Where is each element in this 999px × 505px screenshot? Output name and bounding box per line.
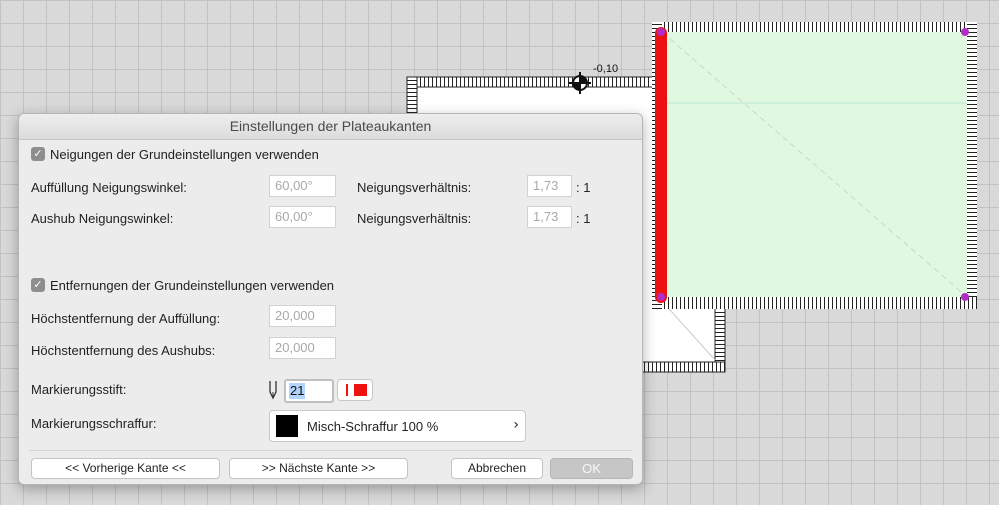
distance-defaults-checkbox[interactable]: ✓ bbox=[31, 278, 45, 292]
pen-line-sample bbox=[346, 384, 348, 396]
fill-ratio-suffix: : 1 bbox=[576, 180, 591, 195]
distance-defaults-label: Entfernungen der Grundeinstellungen verw… bbox=[50, 278, 335, 293]
fill-ratio-field[interactable]: 1,73 bbox=[527, 175, 572, 197]
marker-pen-value: 21 bbox=[289, 383, 306, 399]
max-fill-distance-label: Höchstentfernung der Auffüllung: bbox=[31, 311, 221, 326]
corner-point-bottom-right bbox=[961, 293, 969, 301]
corner-point-top-right bbox=[961, 28, 969, 36]
dialog-title: Einstellungen der Plateaukanten bbox=[19, 114, 642, 140]
cut-ratio-suffix: : 1 bbox=[576, 211, 591, 226]
max-fill-distance-field[interactable]: 20,000 bbox=[269, 305, 336, 327]
pen-color-sample bbox=[354, 384, 367, 396]
slope-defaults-label: Neigungen der Grundeinstellungen verwend… bbox=[50, 147, 319, 162]
button-separator bbox=[29, 450, 632, 451]
cut-angle-label: Aushub Neigungswinkel: bbox=[31, 211, 174, 226]
marker-hatch-label: Markierungsschraffur: bbox=[31, 416, 157, 431]
hatch-value: Misch-Schraffur 100 % bbox=[307, 419, 439, 434]
cut-ratio-label: Neigungsverhältnis: bbox=[357, 211, 472, 226]
slope-defaults-checkbox[interactable]: ✓ bbox=[31, 147, 45, 161]
selected-plateau[interactable] bbox=[652, 22, 977, 309]
edge-endpoint-bottom bbox=[657, 293, 665, 301]
previous-edge-button[interactable]: << Vorherige Kante << bbox=[31, 458, 220, 479]
ok-button[interactable]: OK bbox=[550, 458, 633, 479]
chevron-right-icon: › bbox=[513, 417, 519, 433]
max-cut-distance-field[interactable]: 20,000 bbox=[269, 337, 336, 359]
highlighted-edge[interactable] bbox=[655, 27, 667, 303]
marker-pen-field[interactable]: 21 bbox=[284, 379, 334, 403]
plateau-edge-settings-dialog: Einstellungen der Plateaukanten ✓ Neigun… bbox=[18, 113, 643, 485]
fill-angle-field[interactable]: 60,00° bbox=[269, 175, 336, 197]
cut-ratio-field[interactable]: 1,73 bbox=[527, 206, 572, 228]
max-cut-distance-label: Höchstentfernung des Aushubs: bbox=[31, 343, 216, 358]
hatch-swatch bbox=[276, 415, 298, 437]
marker-hatch-selector[interactable]: Misch-Schraffur 100 % › bbox=[269, 410, 526, 442]
fill-angle-label: Auffüllung Neigungswinkel: bbox=[31, 180, 187, 195]
next-edge-button[interactable]: >> Nächste Kante >> bbox=[229, 458, 408, 479]
dimension-label: -0,10 bbox=[593, 63, 618, 75]
pen-color-swatch[interactable] bbox=[337, 379, 373, 401]
pen-icon bbox=[269, 381, 277, 400]
edge-endpoint-top bbox=[657, 28, 665, 36]
fill-ratio-label: Neigungsverhältnis: bbox=[357, 180, 472, 195]
cancel-button[interactable]: Abbrechen bbox=[451, 458, 543, 479]
marker-pen-label: Markierungsstift: bbox=[31, 382, 127, 397]
cut-angle-field[interactable]: 60,00° bbox=[269, 206, 336, 228]
